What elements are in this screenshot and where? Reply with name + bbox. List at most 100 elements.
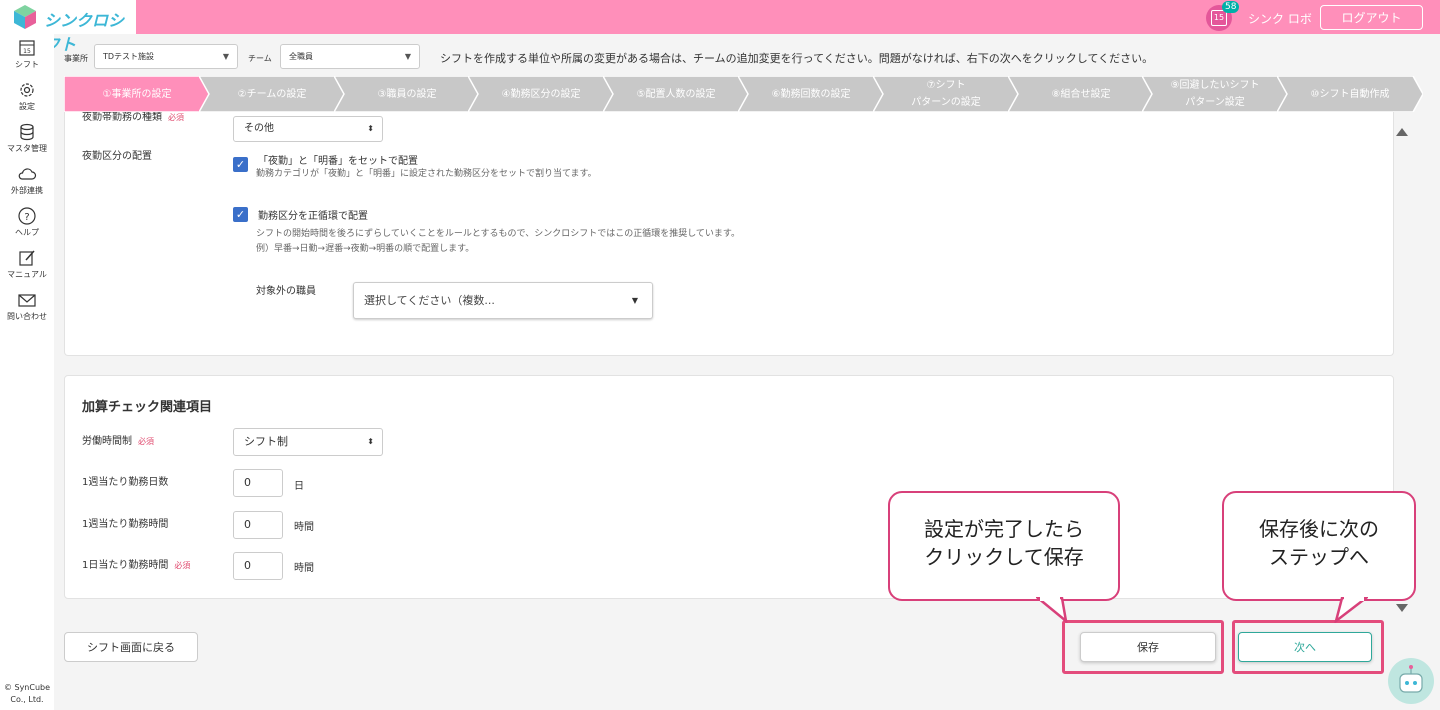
sidebar-item-help[interactable]: ? ヘルプ [0, 206, 54, 238]
next-callout-line1: 保存後に次の [1259, 517, 1379, 541]
save-button[interactable]: 保存 [1080, 632, 1216, 662]
weekly-days-input[interactable]: 0 [233, 469, 283, 497]
logo[interactable]: シンクロシフト [0, 0, 136, 54]
addition-check-title: 加算チェック関連項目 [82, 400, 213, 415]
step-label: ⑨回避したいシフト パターン設定 [1170, 80, 1260, 108]
night-shift-panel: 夜勤帯勤務の種類 必須 その他 ⬍ 夜勤区分の配置 ✓ 「夜勤」と「明番」をセット… [64, 112, 1394, 356]
step-5[interactable]: ⑤配置人数の設定 [603, 76, 749, 112]
updown-arrow-icon: ⬍ [367, 437, 374, 446]
step-label: ⑦シフト パターンの設定 [911, 80, 981, 108]
save-callout-line2: クリックして保存 [924, 545, 1084, 569]
office-label: 事業所 [64, 54, 88, 63]
next-callout-tail [1334, 597, 1368, 623]
chevron-down-icon: ▼ [404, 52, 411, 61]
step-3[interactable]: ③職員の設定 [334, 76, 480, 112]
gear-icon [20, 83, 34, 97]
user-name[interactable]: シンク ロボ [1248, 10, 1312, 27]
sidebar-item-label: シフト [15, 60, 39, 69]
step-1[interactable]: ①事業所の設定 [64, 76, 210, 112]
notice-text: シフトを作成する単位や所属の変更がある場合は、チームの追加変更を行ってください。… [440, 52, 1154, 65]
team-label: チーム [248, 54, 272, 63]
labor-system-value: シフト制 [244, 435, 288, 448]
forward-rotation-desc2: 例）早番→日勤→遅番→夜勤→明番の順で配置します。 [256, 244, 475, 254]
svg-text:?: ? [24, 212, 29, 223]
step-2[interactable]: ②チームの設定 [199, 76, 345, 112]
night-type-select[interactable]: その他 ⬍ [233, 116, 383, 142]
night-placement-label: 夜勤区分の配置 [82, 151, 152, 162]
sidebar: 15 シフト 設定 マスタ管理 外部連携 ? ヘルプ マニュアル 問い合わせ ©… [0, 34, 54, 710]
excluded-staff-placeholder: 選択してください（複数... [364, 294, 495, 307]
chevron-down-icon: ▼ [222, 52, 229, 61]
daily-hours-input[interactable]: 0 [233, 552, 283, 580]
sidebar-item-label: 外部連携 [11, 186, 43, 195]
scroll-down-arrow[interactable] [1396, 604, 1408, 612]
sidebar-item-master[interactable]: マスタ管理 [0, 122, 54, 154]
sidebar-item-integration[interactable]: 外部連携 [0, 164, 54, 196]
back-to-shift-button[interactable]: シフト画面に戻る [64, 632, 198, 662]
labor-system-select[interactable]: シフト制 ⬍ [233, 428, 383, 456]
step-10[interactable]: ⑩シフト自動作成 [1277, 76, 1423, 112]
set-placement-checkbox[interactable]: ✓ [233, 157, 248, 172]
weekly-hours-input[interactable]: 0 [233, 511, 283, 539]
notification-calendar-button[interactable]: 15 58 [1206, 1, 1240, 31]
forward-rotation-checkbox[interactable]: ✓ [233, 207, 248, 222]
labor-system-label: 労働時間制 必須 [82, 436, 154, 447]
excluded-staff-label: 対象外の職員 [256, 286, 316, 297]
office-select[interactable]: TDテスト施設 ▼ [94, 44, 238, 69]
cloud-icon [18, 168, 37, 180]
next-callout-line2: ステップへ [1269, 545, 1369, 569]
step-label: ⑧組合せ設定 [1051, 88, 1111, 100]
daily-hours-label: 1日当たり勤務時間 必須 [82, 560, 191, 571]
updown-arrow-icon: ⬍ [367, 124, 374, 133]
next-button[interactable]: 次へ [1238, 632, 1372, 662]
sidebar-item-label: マスタ管理 [7, 144, 47, 153]
mail-icon [18, 294, 36, 307]
night-type-value: その他 [244, 123, 274, 134]
forward-rotation-label: 勤務区分を正循環で配置 [258, 211, 368, 222]
required-badge: 必須 [138, 437, 154, 446]
sidebar-item-shift[interactable]: 15 シフト [0, 38, 54, 70]
help-icon: ? [18, 207, 36, 225]
copyright: © SynCube Co., Ltd. [3, 683, 51, 704]
weekly-days-label: 1週当たり勤務日数 [82, 477, 169, 488]
sidebar-item-label: 設定 [19, 102, 35, 111]
team-select[interactable]: 全職員 ▼ [280, 44, 420, 69]
addition-check-panel: 加算チェック関連項目 労働時間制 必須 シフト制 ⬍ 1週当たり勤務日数 0 日 … [64, 375, 1394, 599]
sidebar-item-settings[interactable]: 設定 [0, 80, 54, 112]
step-6[interactable]: ⑥勤務回数の設定 [738, 76, 884, 112]
scroll-up-arrow[interactable] [1396, 128, 1408, 136]
step-7[interactable]: ⑦シフト パターンの設定 [873, 76, 1019, 112]
database-icon [20, 123, 34, 141]
night-type-label: 夜勤帯勤務の種類 必須 [82, 112, 184, 123]
step-label: ③職員の設定 [377, 88, 437, 100]
step-8[interactable]: ⑧組合せ設定 [1008, 76, 1154, 112]
step-4[interactable]: ④勤務区分の設定 [468, 76, 614, 112]
calendar-icon: 15 [19, 40, 35, 56]
save-callout: 設定が完了したら クリックして保存 [888, 491, 1120, 601]
assistant-robot-icon[interactable] [1388, 658, 1434, 704]
robot-icon [1399, 665, 1423, 693]
sidebar-item-label: マニュアル [7, 270, 47, 279]
next-callout: 保存後に次の ステップへ [1222, 491, 1416, 601]
step-label: ⑥勤務回数の設定 [771, 88, 851, 100]
required-badge: 必須 [174, 561, 191, 570]
weekly-hours-label: 1週当たり勤務時間 [82, 519, 169, 530]
step-label: ⑩シフト自動作成 [1310, 88, 1390, 100]
logo-cube-icon [14, 5, 36, 29]
sidebar-item-manual[interactable]: マニュアル [0, 248, 54, 280]
step-navigation: ①事業所の設定 ②チームの設定 ③職員の設定 ④勤務区分の設定 ⑤配置人数の設定 ⑥勤務回… [64, 76, 1423, 112]
weekly-hours-unit: 時間 [294, 522, 314, 533]
weekly-days-unit: 日 [294, 481, 304, 492]
sidebar-item-label: 問い合わせ [7, 312, 47, 321]
daily-hours-unit: 時間 [294, 563, 314, 574]
sidebar-item-contact[interactable]: 問い合わせ [0, 290, 54, 322]
top-header: シンクロシフト 15 58 シンク ロボ ログアウト [0, 0, 1440, 54]
team-select-value: 全職員 [289, 52, 313, 61]
notification-count-badge: 58 [1222, 1, 1240, 13]
logout-button[interactable]: ログアウト [1320, 5, 1423, 30]
forward-rotation-desc1: シフトの開始時間を後ろにずらしていくことをルールとするもので、シンクロシフトでは… [256, 229, 741, 239]
excluded-staff-select[interactable]: 選択してください（複数... ▼ [353, 282, 653, 319]
save-callout-line1: 設定が完了したら [924, 517, 1084, 541]
svg-text:15: 15 [23, 48, 31, 55]
step-9[interactable]: ⑨回避したいシフト パターン設定 [1142, 76, 1288, 112]
